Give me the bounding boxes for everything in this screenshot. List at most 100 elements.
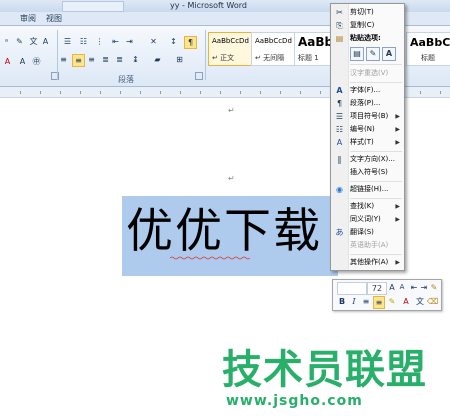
align-center-icon[interactable]: ≡ <box>72 54 85 67</box>
style-no-spacing[interactable]: AaBbCcDd ↵ 无间隔 <box>251 32 295 66</box>
show-marks-icon[interactable]: ¶ <box>184 36 197 49</box>
ruler-tick <box>280 91 281 94</box>
numbering-icon[interactable]: ☷ <box>78 36 89 47</box>
phonetic-guide-icon[interactable]: 文 <box>415 296 425 307</box>
ruler-tick <box>260 91 261 94</box>
shrink-font-icon[interactable]: A <box>397 282 407 293</box>
highlight-color-icon[interactable]: ✎ <box>387 296 397 307</box>
submenu-arrow-icon: ▶ <box>395 126 400 133</box>
paragraph-mark: ↵ <box>228 106 235 115</box>
borders-icon[interactable]: ⊞ <box>174 54 185 65</box>
ruler-tick <box>420 91 421 94</box>
line-spacing-icon[interactable]: ↨ <box>130 54 141 65</box>
ruler-tick <box>200 91 201 94</box>
ruler-tick <box>300 91 301 94</box>
ruler-tick <box>100 91 101 94</box>
menu-separator <box>350 82 402 83</box>
font-color-icon[interactable]: A <box>2 56 13 67</box>
font-color-icon[interactable]: A <box>401 296 411 307</box>
enclose-char-icon[interactable]: ㊥ <box>31 56 42 67</box>
highlight-icon[interactable]: ✎ <box>14 36 25 47</box>
menu-item-label: 英语助手(A) <box>350 241 389 249</box>
menu-item-numbering[interactable]: ☷ 编号(N) ▶ <box>331 123 404 136</box>
menu-item-lookup[interactable]: 查找(K) ▶ <box>331 200 404 213</box>
sort-icon[interactable]: ↕ <box>168 36 179 47</box>
menu-item-label: 剪切(T) <box>350 8 374 16</box>
menu-item-bullets[interactable]: ☰ 项目符号(B) ▶ <box>331 110 404 123</box>
menu-separator <box>350 198 402 199</box>
style-title[interactable]: AaBbC 标题 <box>406 32 450 66</box>
menu-item-label: 项目符号(B) <box>350 112 389 120</box>
bullets-icon[interactable]: ☰ <box>62 36 73 47</box>
tab-review[interactable]: 审阅 <box>20 13 36 25</box>
align-right-icon[interactable]: ≡ <box>86 54 97 65</box>
decrease-indent-icon[interactable]: ⇤ <box>110 36 121 47</box>
text-only-icon[interactable]: A <box>382 47 396 61</box>
italic-button[interactable]: I <box>349 296 359 307</box>
paragraph-group-label: 段落 <box>118 75 134 84</box>
chinese-layout-icon[interactable]: ✕ <box>148 36 159 47</box>
paste-options-row: ▤ ✎ A <box>350 47 402 61</box>
context-menu: ✂ 剪切(T) ⎘ 复制(C) ▤ 粘贴选项: ▤ ✎ A 汉字重选(V) A … <box>330 3 405 271</box>
clear-format-icon[interactable]: ⌫ <box>427 296 438 307</box>
style-name: 标题 <box>421 54 435 62</box>
bold-button[interactable]: B <box>337 296 347 307</box>
menu-item-more-actions[interactable]: 其他操作(A) ▶ <box>331 256 404 269</box>
keep-format-icon[interactable]: ▤ <box>350 47 364 61</box>
menu-item-styles[interactable]: A 样式(T) ▶ <box>331 136 404 149</box>
distribute-icon[interactable]: ≣ <box>114 54 125 65</box>
justify-icon[interactable]: ≣ <box>100 54 111 65</box>
font-name-box[interactable] <box>337 282 367 295</box>
submenu-arrow-icon: ▶ <box>395 139 400 146</box>
font-size-box[interactable]: 72 <box>367 282 387 295</box>
outdent-icon[interactable]: ⇥ <box>419 282 429 293</box>
menu-item-paragraph[interactable]: ¶ 段落(P)... <box>331 97 404 110</box>
grow-font-icon[interactable]: A <box>387 282 397 293</box>
char-border-icon[interactable]: 文 <box>28 36 39 47</box>
multilevel-list-icon[interactable]: ⋮ <box>94 36 105 47</box>
menu-item-cut[interactable]: ✂ 剪切(T) <box>331 6 404 19</box>
selected-document-text[interactable]: 优优下载 <box>126 200 322 264</box>
ruler-tick <box>160 91 161 94</box>
text-effects-icon[interactable]: ᵃ <box>1 36 12 47</box>
indent-icon[interactable]: ⇤ <box>409 282 419 293</box>
menu-item-label: 插入符号(S) <box>350 168 388 176</box>
paragraph-mark: ↵ <box>228 174 235 183</box>
watermark-logo-text: 技术员联盟 <box>222 347 427 393</box>
tab-view[interactable]: 视图 <box>46 13 62 25</box>
menu-item-translate[interactable]: あ 翻译(S) <box>331 226 404 239</box>
style-normal[interactable]: AaBbCcDd ↵ 正文 <box>208 32 252 66</box>
font-icon: A <box>336 86 343 95</box>
increase-indent-icon[interactable]: ⇥ <box>124 36 135 47</box>
copy-icon: ⎘ <box>336 21 343 30</box>
menu-item-label: 字体(F)... <box>350 86 381 94</box>
phonetic-icon[interactable]: A <box>40 36 51 47</box>
submenu-arrow-icon: ▶ <box>395 216 400 223</box>
menu-item-synonyms[interactable]: 同义词(Y) ▶ <box>331 213 404 226</box>
menu-header-paste-options: ▤ 粘贴选项: <box>331 32 404 45</box>
menu-separator <box>350 64 402 65</box>
paste-icon: ▤ <box>335 34 344 43</box>
menu-item-label: 翻译(S) <box>350 228 374 236</box>
translate-icon: あ <box>335 228 344 237</box>
menu-item-hyperlink[interactable]: ◉ 超链接(H)... <box>331 183 404 196</box>
menu-item-font[interactable]: A 字体(F)... <box>331 84 404 97</box>
align-left-icon[interactable]: ≡ <box>58 54 69 65</box>
style-heading-1[interactable]: AaBb 标题 1 <box>294 32 333 66</box>
menu-item-label: 查找(K) <box>350 202 375 210</box>
menu-item-label: 文字方向(X)... <box>350 155 395 163</box>
menu-item-copy[interactable]: ⎘ 复制(C) <box>331 19 404 32</box>
char-shading-icon[interactable]: A <box>17 56 28 67</box>
shading-icon[interactable]: ▰ <box>152 54 163 65</box>
paragraph-icon: ¶ <box>336 99 343 108</box>
bullets-icon: ☰ <box>335 112 344 121</box>
format-painter-icon[interactable]: ✎ <box>429 282 439 293</box>
menu-item-label: 段落(P)... <box>350 99 381 107</box>
align-center-icon[interactable]: ≡ <box>373 296 385 309</box>
submenu-arrow-icon: ▶ <box>395 259 400 266</box>
merge-format-icon[interactable]: ✎ <box>366 47 380 61</box>
menu-item-insert-symbol[interactable]: 插入符号(S) <box>331 166 404 179</box>
paragraph-dialog-launcher-icon[interactable] <box>195 72 203 80</box>
align-left-icon[interactable]: ≡ <box>361 296 371 307</box>
menu-item-text-direction[interactable]: ‖ 文字方向(X)... <box>331 153 404 166</box>
